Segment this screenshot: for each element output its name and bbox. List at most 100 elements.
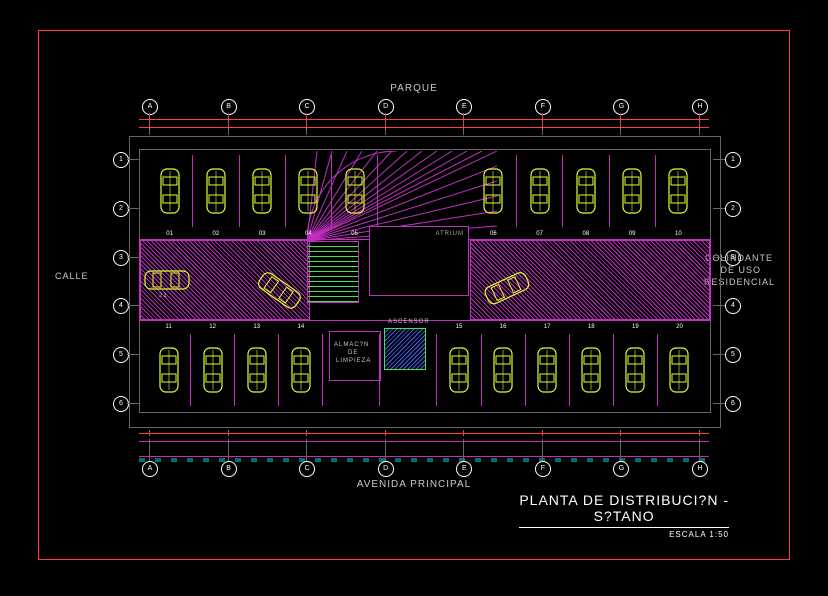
dim-tick xyxy=(699,124,700,130)
grid-line-vertical xyxy=(463,439,464,461)
title-line2: S?TANO xyxy=(519,508,729,524)
parking-bay: 12 xyxy=(191,334,235,406)
parking-bay-empty xyxy=(323,334,380,406)
grid-line-horizontal xyxy=(713,159,725,160)
grid-line-horizontal xyxy=(713,208,725,209)
grid-bubble: A xyxy=(142,461,158,477)
grid-line-vertical xyxy=(620,439,621,461)
grid-bubble: 4 xyxy=(113,298,129,314)
car-icon xyxy=(482,167,504,215)
park-num: 09 xyxy=(629,231,636,237)
grid-bubble: C xyxy=(299,99,315,115)
parking-bay: 09 xyxy=(610,155,656,227)
title-scale: ESCALA 1:50 xyxy=(519,530,729,539)
park-num: 03 xyxy=(259,231,266,237)
grid-bubble: D xyxy=(378,99,394,115)
grid-bubble: F xyxy=(535,99,551,115)
park-num: 17 xyxy=(544,324,551,330)
park-num: 12 xyxy=(209,324,216,330)
label-colindante-2: DE USO xyxy=(720,265,761,275)
dim-tick xyxy=(463,430,464,436)
dim-tick xyxy=(228,430,229,436)
park-num: 02 xyxy=(213,231,220,237)
grid-line-horizontal xyxy=(713,403,725,404)
grid-bubble: 6 xyxy=(725,396,741,412)
parking-bay: 06 xyxy=(471,155,517,227)
title-underline xyxy=(519,527,729,528)
grid-line-horizontal xyxy=(713,354,725,355)
grid-bubble: E xyxy=(456,461,472,477)
grid-bubble: F xyxy=(535,461,551,477)
car-icon-side xyxy=(143,269,191,291)
car-icon xyxy=(529,167,551,215)
parking-bay: 18 xyxy=(570,334,614,406)
dim-tick xyxy=(463,124,464,130)
park-num: 11 xyxy=(165,324,171,330)
parking-bay: 11 xyxy=(147,334,191,406)
drawing-frame: PARQUE CALLE COLINDANTE DE USO RESIDENCI… xyxy=(38,30,790,560)
car-icon xyxy=(492,346,514,394)
park-num: 01 xyxy=(166,231,173,237)
park-num: 19 xyxy=(632,324,639,330)
park-num: 10 xyxy=(675,231,682,237)
parking-bay: 20 xyxy=(658,334,701,406)
dim-tick xyxy=(385,430,386,436)
grid-bubble: 1 xyxy=(113,152,129,168)
grid-bubble: B xyxy=(221,99,237,115)
dim-tick xyxy=(385,116,386,122)
dim-tick xyxy=(620,124,621,130)
grid-line-horizontal xyxy=(127,354,139,355)
label-parque: PARQUE xyxy=(390,83,438,94)
park-num: 16 xyxy=(500,324,507,330)
grid-line-horizontal xyxy=(127,208,139,209)
grid-bubble: D xyxy=(378,461,394,477)
dim-tick xyxy=(699,116,700,122)
parking-bay: 13 xyxy=(235,334,279,406)
grid-line-vertical xyxy=(228,439,229,461)
sidewalk xyxy=(139,441,709,457)
parking-bay: 05 xyxy=(332,155,378,227)
park-num: 04 xyxy=(305,231,312,237)
title-line1: PLANTA DE DISTRIBUCI?N - xyxy=(519,492,729,508)
dim-tick xyxy=(620,430,621,436)
park-num: 18 xyxy=(588,324,595,330)
dim-tick xyxy=(385,124,386,130)
park-num: 06 xyxy=(490,231,497,237)
label-atrium: ATRIUM xyxy=(435,231,464,237)
grid-bubble: 6 xyxy=(113,396,129,412)
dim-tick xyxy=(463,116,464,122)
dim-tick xyxy=(542,116,543,122)
grid-bubble: E xyxy=(456,99,472,115)
grid-line-vertical xyxy=(699,439,700,461)
grid-line-vertical xyxy=(149,439,150,461)
parking-bay: 19 xyxy=(614,334,658,406)
grid-bubble: C xyxy=(299,461,315,477)
grid-line-horizontal xyxy=(127,305,139,306)
dim-string-top-2 xyxy=(139,119,709,120)
grid-bubble: 4 xyxy=(725,298,741,314)
park-num: 14 xyxy=(297,324,304,330)
grid-line-vertical xyxy=(385,439,386,461)
grid-bubble: 2 xyxy=(113,201,129,217)
park-num: 15 xyxy=(456,324,463,330)
grid-bubble: G xyxy=(613,99,629,115)
car-icon xyxy=(668,346,690,394)
parking-bay: 17 xyxy=(526,334,570,406)
grid-bubble: 3 xyxy=(113,250,129,266)
grid-bubble: H xyxy=(692,461,708,477)
parking-bay: 04 xyxy=(286,155,332,227)
park-num: 13 xyxy=(253,324,260,330)
grid-bubble: B xyxy=(221,461,237,477)
dim-tick xyxy=(306,430,307,436)
park-num: 08 xyxy=(583,231,590,237)
grid-bubble: 5 xyxy=(113,347,129,363)
park-num: 05 xyxy=(351,231,358,237)
park-num: 20 xyxy=(676,324,683,330)
dim-string-bottom-1 xyxy=(139,433,709,434)
car-icon xyxy=(575,167,597,215)
parking-row-top: 01 02 03 04 05 06 07 08 09 10 xyxy=(147,155,701,227)
dim-tick xyxy=(149,430,150,436)
dim-tick xyxy=(620,116,621,122)
parking-bay: 15 xyxy=(437,334,481,406)
dim-tick xyxy=(149,124,150,130)
